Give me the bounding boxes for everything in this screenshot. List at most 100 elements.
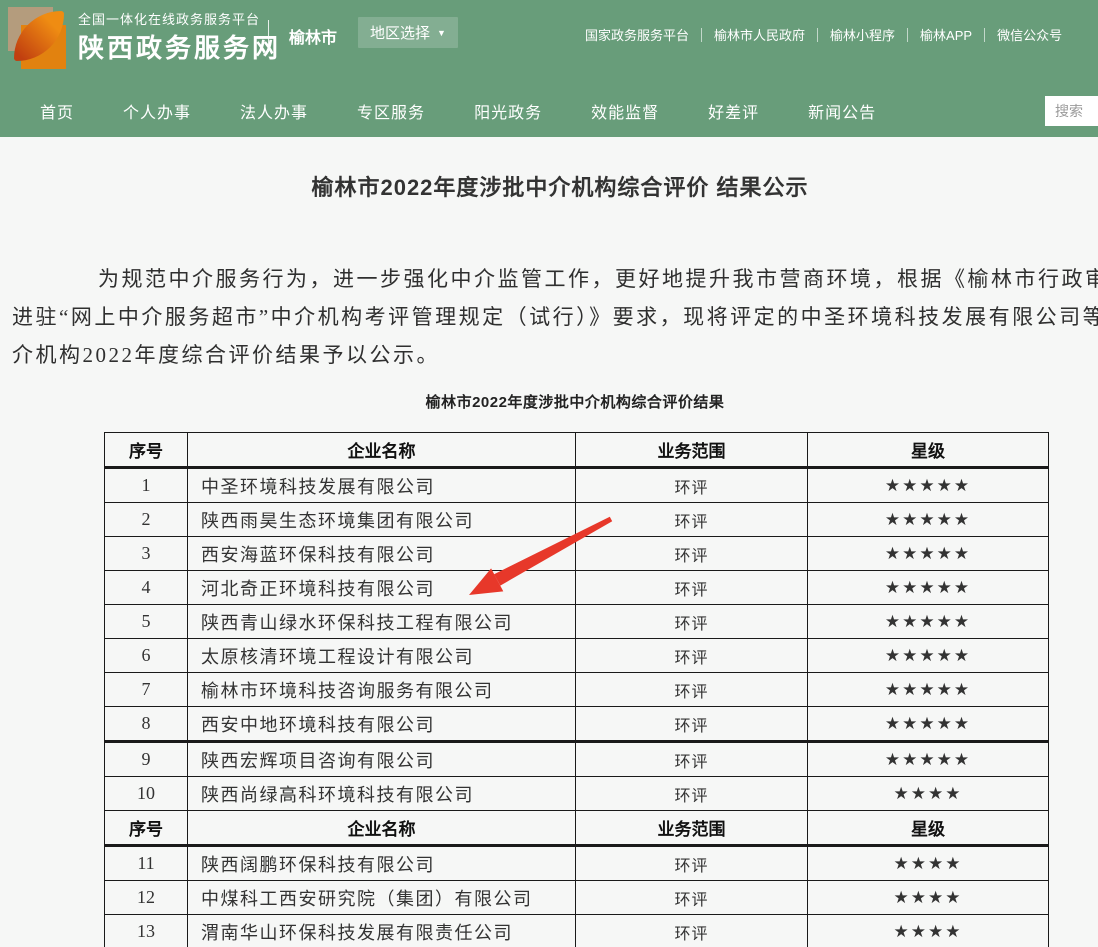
business-scope-cell: 环评 (576, 639, 808, 673)
site-name: 陕西政务服务网 (78, 30, 281, 66)
company-name-cell: 中圣环境科技发展有限公司 (188, 468, 576, 503)
nav-item-法人办事[interactable]: 法人办事 (240, 99, 308, 123)
register-link[interactable]: 注册 (1091, 25, 1098, 44)
row-number-cell: 13 (105, 915, 188, 947)
star-rating-cell: ★★★★★ (808, 503, 1049, 537)
business-scope-cell: 环评 (576, 846, 808, 881)
star-rating-cell: ★★★★ (808, 915, 1049, 947)
company-name-cell: 陕西尚绿高科环境科技有限公司 (188, 777, 576, 811)
evaluation-results-table: 序号企业名称业务范围星级1中圣环境科技发展有限公司环评★★★★★2陕西雨昊生态环… (104, 432, 1049, 947)
company-name-cell: 陕西阔鹏环保科技有限公司 (188, 846, 576, 881)
document-page: 榆林市2022年度涉批中介机构综合评价 结果公示 为规范中介服务行为，进一步强化… (0, 137, 1098, 947)
table-row: 7榆林市环境科技咨询服务有限公司环评★★★★★ (105, 673, 1049, 707)
table-caption: 榆林市2022年度涉批中介机构综合评价结果 (0, 391, 1098, 412)
row-number-cell: 6 (105, 639, 188, 673)
site-logo-icon[interactable] (8, 7, 68, 69)
business-scope-cell: 环评 (576, 503, 808, 537)
table-row: 11陕西阔鹏环保科技有限公司环评★★★★ (105, 846, 1049, 881)
table-body: 序号企业名称业务范围星级1中圣环境科技发展有限公司环评★★★★★2陕西雨昊生态环… (105, 433, 1049, 947)
column-header: 企业名称 (188, 811, 576, 846)
table-header-row: 序号企业名称业务范围星级 (105, 433, 1049, 468)
star-rating-cell: ★★★★★ (808, 605, 1049, 639)
table-row: 13渭南华山环保科技发展有限责任公司环评★★★★ (105, 915, 1049, 947)
row-number-cell: 11 (105, 846, 188, 881)
business-scope-cell: 环评 (576, 915, 808, 947)
table-row: 6太原核清环境工程设计有限公司环评★★★★★ (105, 639, 1049, 673)
star-rating-cell: ★★★★★ (808, 537, 1049, 571)
platform-name: 全国一体化在线政务服务平台 (78, 10, 281, 30)
site-header: 全国一体化在线政务服务平台 陕西政务服务网 榆林市 地区选择 ▼ 国家政务服务平… (0, 0, 1098, 85)
page-title: 榆林市2022年度涉批中介机构综合评价 结果公示 (0, 170, 1098, 202)
current-city-label[interactable]: 榆林市 (289, 24, 337, 48)
company-name-cell: 西安中地环境科技有限公司 (188, 707, 576, 742)
business-scope-cell: 环评 (576, 707, 808, 742)
chevron-down-icon: ▼ (437, 28, 446, 38)
header-links: 国家政务服务平台榆林市人民政府榆林小程序榆林APP微信公众号注册 (573, 25, 1098, 44)
column-header: 星级 (808, 811, 1049, 846)
nav-item-阳光政务[interactable]: 阳光政务 (474, 99, 542, 123)
business-scope-cell: 环评 (576, 468, 808, 503)
business-scope-cell: 环评 (576, 777, 808, 811)
row-number-cell: 10 (105, 777, 188, 811)
column-header: 企业名称 (188, 433, 576, 468)
header-link[interactable]: 榆林市人民政府 (702, 25, 817, 44)
table-row: 8西安中地环境科技有限公司环评★★★★★ (105, 707, 1049, 742)
nav-item-好差评[interactable]: 好差评 (708, 99, 759, 123)
paragraph-line-3: 介机构2022年度综合评价结果予以公示。 (12, 339, 440, 369)
star-rating-cell: ★★★★★ (808, 673, 1049, 707)
business-scope-cell: 环评 (576, 571, 808, 605)
row-number-cell: 12 (105, 881, 188, 915)
paragraph-line-1: 为规范中介服务行为，进一步强化中介监管工作，更好地提升我市营商环境，根据《榆林市… (12, 263, 1098, 293)
star-rating-cell: ★★★★★ (808, 639, 1049, 673)
star-rating-cell: ★★★★ (808, 881, 1049, 915)
header-link[interactable]: 榆林APP (908, 25, 984, 44)
nav-item-个人办事[interactable]: 个人办事 (123, 99, 191, 123)
nav-item-效能监督[interactable]: 效能监督 (591, 99, 659, 123)
header-link[interactable]: 国家政务服务平台 (573, 25, 701, 44)
region-selector-label: 地区选择 (370, 22, 430, 43)
nav-item-新闻公告[interactable]: 新闻公告 (808, 99, 876, 123)
table-row: 1中圣环境科技发展有限公司环评★★★★★ (105, 468, 1049, 503)
column-header: 序号 (105, 433, 188, 468)
nav-item-专区服务[interactable]: 专区服务 (357, 99, 425, 123)
header-link[interactable]: 微信公众号 (985, 25, 1074, 44)
row-number-cell: 9 (105, 742, 188, 777)
business-scope-cell: 环评 (576, 605, 808, 639)
main-content: 榆林市2022年度涉批中介机构综合评价 结果公示 为规范中介服务行为，进一步强化… (0, 137, 1098, 947)
star-rating-cell: ★★★★★ (808, 742, 1049, 777)
company-name-cell: 陕西雨昊生态环境集团有限公司 (188, 503, 576, 537)
company-name-cell: 中煤科工西安研究院（集团）有限公司 (188, 881, 576, 915)
row-number-cell: 8 (105, 707, 188, 742)
star-rating-cell: ★★★★ (808, 777, 1049, 811)
nav-item-首页[interactable]: 首页 (40, 99, 74, 123)
region-selector-button[interactable]: 地区选择 ▼ (358, 17, 458, 48)
page: { "colors": { "header_green": "#689d7a",… (0, 0, 1098, 947)
row-number-cell: 2 (105, 503, 188, 537)
table-row: 3西安海蓝环保科技有限公司环评★★★★★ (105, 537, 1049, 571)
star-rating-cell: ★★★★ (808, 846, 1049, 881)
business-scope-cell: 环评 (576, 673, 808, 707)
search-box[interactable] (1045, 96, 1098, 126)
company-name-cell: 榆林市环境科技咨询服务有限公司 (188, 673, 576, 707)
row-number-cell: 3 (105, 537, 188, 571)
company-name-cell: 陕西宏辉项目咨询有限公司 (188, 742, 576, 777)
table-row: 9陕西宏辉项目咨询有限公司环评★★★★★ (105, 742, 1049, 777)
row-number-cell: 4 (105, 571, 188, 605)
table-row: 12中煤科工西安研究院（集团）有限公司环评★★★★ (105, 881, 1049, 915)
column-header: 星级 (808, 433, 1049, 468)
star-rating-cell: ★★★★★ (808, 571, 1049, 605)
row-number-cell: 1 (105, 468, 188, 503)
table-header-row: 序号企业名称业务范围星级 (105, 811, 1049, 846)
header-link[interactable]: 榆林小程序 (818, 25, 907, 44)
table-row: 4河北奇正环境科技有限公司环评★★★★★ (105, 571, 1049, 605)
search-input[interactable] (1045, 96, 1098, 126)
business-scope-cell: 环评 (576, 742, 808, 777)
brand-divider (268, 20, 269, 52)
table-row: 5陕西青山绿水环保科技工程有限公司环评★★★★★ (105, 605, 1049, 639)
company-name-cell: 渭南华山环保科技发展有限责任公司 (188, 915, 576, 947)
row-number-cell: 5 (105, 605, 188, 639)
company-name-cell: 太原核清环境工程设计有限公司 (188, 639, 576, 673)
business-scope-cell: 环评 (576, 537, 808, 571)
column-header: 业务范围 (576, 811, 808, 846)
company-name-cell: 西安海蓝环保科技有限公司 (188, 537, 576, 571)
